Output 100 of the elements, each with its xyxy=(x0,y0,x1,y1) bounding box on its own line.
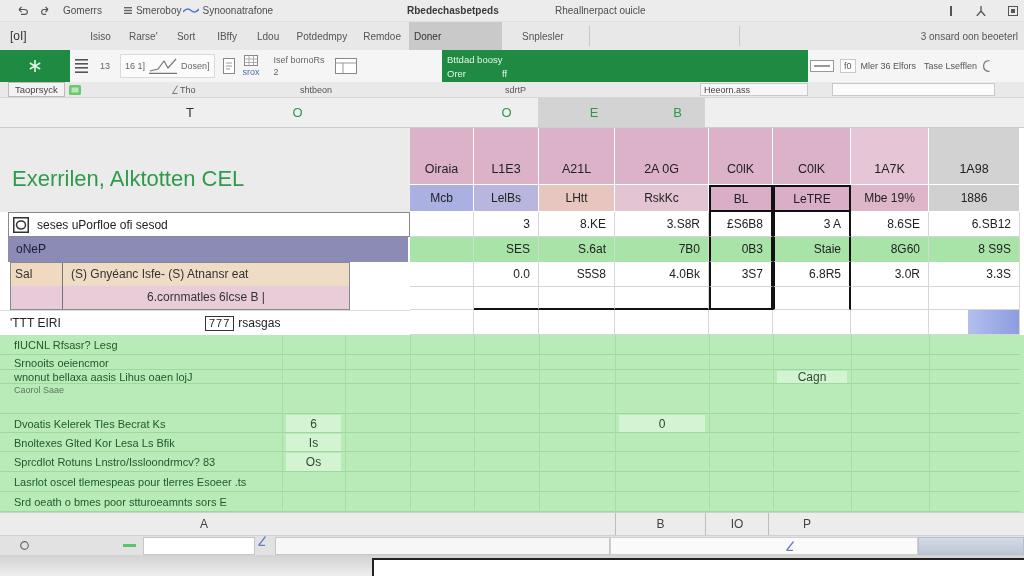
row-label: 'TTT EIRI xyxy=(10,316,61,330)
arc-icon[interactable] xyxy=(982,60,990,72)
table-cell: 3.3S xyxy=(929,262,1020,287)
table-cell: 3S7 xyxy=(709,262,773,287)
fork-icon[interactable] xyxy=(976,5,986,16)
file-tab[interactable]: [oI] xyxy=(10,29,27,43)
column-header[interactable]: T xyxy=(130,98,250,127)
header-cell: 1A7K xyxy=(851,128,929,185)
format-label: Isef bornoRs xyxy=(273,54,325,66)
note-text: Lasrlot oscel tlemespeas pour tlerres Esoeer .ts xyxy=(13,476,248,488)
table-cell: 8 S9S xyxy=(929,237,1020,262)
header-cell: L1E3 xyxy=(474,128,539,185)
sheet-title: Exerrilen, Alktotten CEL xyxy=(12,166,245,192)
list-icon[interactable] xyxy=(75,59,88,73)
table-cell: S5S8 xyxy=(539,262,615,287)
group-label: sdrtP xyxy=(505,84,526,95)
subheader-cell: Mbe 19% xyxy=(851,185,929,212)
window-subtitle: Rheallnerpact ouicle xyxy=(555,5,646,16)
angle-icon xyxy=(172,85,178,94)
document-icon[interactable] xyxy=(222,58,235,74)
formula-field[interactable] xyxy=(832,83,995,96)
note-text: Sprcdlot Rotuns Lnstro/Issloondrmcv? 83 xyxy=(13,456,217,468)
table-cell: 6 xyxy=(286,415,341,432)
input-field[interactable] xyxy=(275,536,610,555)
redo-icon[interactable] xyxy=(41,6,49,15)
dash-icon xyxy=(123,544,136,547)
band-label: oNeP xyxy=(8,237,408,262)
table-cell: Cagn xyxy=(777,371,847,383)
sheet-tab[interactable]: Taoprsyck xyxy=(8,82,65,97)
subheader-cell: LeTRE xyxy=(773,185,851,212)
chart-group[interactable]: 16 1] Dosen] xyxy=(120,54,215,78)
account-text: 3 onsard oon beoeterl xyxy=(920,30,1018,42)
header-cell: A21L xyxy=(539,128,615,185)
header-cell: 2A 0G xyxy=(615,128,709,185)
header-cell: C0lK xyxy=(709,128,773,185)
banner-title: Bttdad boosy xyxy=(447,53,503,65)
subheader-cell: Mcb xyxy=(410,185,474,212)
app-tile[interactable] xyxy=(0,50,70,82)
square-icon[interactable] xyxy=(1008,5,1018,16)
subheader-cell: BL xyxy=(709,185,773,212)
ribbon-tab[interactable]: Sort xyxy=(165,22,207,50)
table-cell: Os xyxy=(286,453,341,471)
lines-icon xyxy=(123,7,132,14)
ribbon-tab[interactable]: Doner xyxy=(409,22,502,50)
header-cell: Oiraia xyxy=(410,128,474,185)
note-text: Srnooits oeiencmor xyxy=(13,356,110,369)
circle-icon[interactable] xyxy=(20,541,29,550)
header-cell: C0lK xyxy=(773,128,851,185)
table-cell: 0.0 xyxy=(474,262,539,287)
note-text: Dvoatis Kelerek Tles Becrat Ks xyxy=(13,417,167,430)
ribbon-tab[interactable]: Ldou xyxy=(247,22,289,50)
option-label[interactable]: Tase Lsefflen xyxy=(924,61,977,71)
code-tag: 777 xyxy=(205,315,235,331)
summary-heading: seses uPorfloe ofi sesod xyxy=(37,217,168,232)
ribbon-tab[interactable]: Remdoe xyxy=(355,22,409,50)
table-cell: 8G60 xyxy=(851,237,929,262)
table-cell: S.6at xyxy=(539,237,615,262)
group-label: Tho xyxy=(180,84,196,95)
undo-icon[interactable] xyxy=(18,6,28,15)
empty-cell xyxy=(410,287,474,310)
circle-box-icon xyxy=(13,216,29,233)
ribbon-tab[interactable]: Snplesler xyxy=(514,22,572,50)
ribbon-tab[interactable]: IBffy xyxy=(206,22,248,50)
document-name: Synoonatrafone xyxy=(202,5,274,16)
box-text: (S) Gnyéanc Isfe- (S) Atnansr eat xyxy=(63,263,349,286)
ribbon-tab[interactable]: Isiso xyxy=(80,22,121,50)
banner-value: ff xyxy=(502,67,508,79)
zoom-box[interactable]: f0 xyxy=(840,59,856,73)
fill-block xyxy=(968,310,1019,334)
chart-label: Dosen] xyxy=(181,61,210,71)
name-box[interactable]: Heeorn.ass xyxy=(700,83,808,96)
angle-icon xyxy=(786,540,794,551)
row-text: rsasgas xyxy=(238,316,281,330)
option-label[interactable]: Mler 36 Elfors xyxy=(860,61,917,71)
format-value: 2 xyxy=(273,66,279,78)
window-title: Rbedechasbetpeds xyxy=(407,5,499,16)
table-cell: 0 xyxy=(619,415,705,432)
banner-label: Orer xyxy=(447,67,466,79)
asterisk-icon xyxy=(29,60,41,72)
table-cell: Staie xyxy=(773,237,851,262)
angle-icon xyxy=(258,536,266,546)
column-letter[interactable]: A xyxy=(8,513,400,535)
note-text: fIUCNL Rfsasr? Lesg xyxy=(13,339,119,351)
box-icon[interactable] xyxy=(810,60,834,72)
header-cell: 1A98 xyxy=(929,128,1020,185)
table-cell: 0B3 xyxy=(709,237,773,262)
grid-icon[interactable] xyxy=(244,54,259,66)
note-text: Caorol Saae xyxy=(13,384,66,395)
subheader-cell: LHtt xyxy=(539,185,615,212)
wave-icon xyxy=(183,8,200,13)
input-field[interactable] xyxy=(143,536,255,555)
table-icon[interactable] xyxy=(334,58,357,74)
note-text: Srd oeath o bmes poor stturoeamnts sors E xyxy=(13,496,228,508)
ribbon-tab[interactable]: Rarse' xyxy=(121,22,166,50)
ribbon-tab[interactable]: Potdedmpy xyxy=(288,22,356,50)
breadcrumb-text: Smeroboy xyxy=(135,5,182,16)
empty-cell xyxy=(709,287,773,310)
number-label: 13 xyxy=(100,61,110,71)
box-label: Sal xyxy=(11,263,63,286)
input-field[interactable] xyxy=(610,536,918,555)
